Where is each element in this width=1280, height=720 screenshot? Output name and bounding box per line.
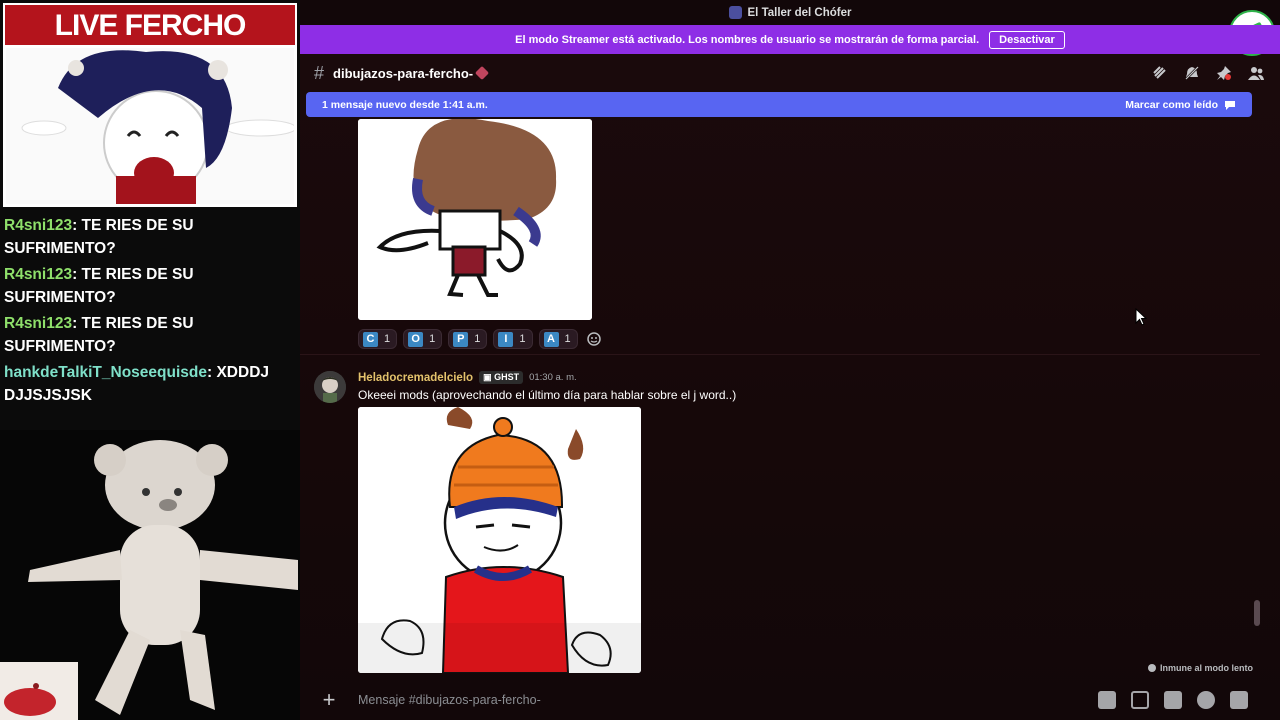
- add-reaction-button[interactable]: [584, 329, 604, 349]
- threads-icon[interactable]: [1152, 65, 1168, 81]
- emoji-icon[interactable]: [1197, 691, 1215, 709]
- attach-plus-button[interactable]: +: [318, 689, 340, 711]
- member-list-icon[interactable]: [1248, 65, 1264, 81]
- reaction-count: 1: [384, 333, 391, 345]
- reaction-emoji: P: [453, 331, 469, 347]
- reactions-row: C 1 O 1 P 1 I 1 A 1: [358, 329, 604, 349]
- reaction-count: 1: [519, 333, 526, 345]
- message-text: Okeeei mods (aprovechando el último día …: [358, 388, 737, 402]
- slowmode-indicator: Inmune al modo lento: [1147, 663, 1253, 673]
- reaction-emoji: O: [408, 331, 424, 347]
- reaction-chip[interactable]: I 1: [493, 329, 533, 349]
- clock-icon: [1147, 664, 1156, 672]
- chat-username: R4sni123: [4, 315, 73, 332]
- discord-window: El Taller del Chófer El modo Streamer es…: [300, 0, 1280, 720]
- chat-username: hankdeTalkiT_Noseequisde: [4, 364, 207, 381]
- hash-icon: #: [314, 62, 325, 83]
- chat-message: hankdeTalkiT_Noseequisde: XDDDJ DJJSJSJS…: [4, 361, 296, 407]
- reaction-emoji: A: [543, 331, 559, 347]
- webcam-frame: [3, 45, 297, 207]
- pin-icon[interactable]: [1216, 65, 1232, 81]
- channel-header: # dibujazos-para-fercho-: [300, 54, 1280, 92]
- guild-tag-label: GHST: [494, 372, 520, 382]
- banner-text: El modo Streamer está activado. Los nomb…: [515, 33, 980, 46]
- slowmode-label: Inmune al modo lento: [1159, 663, 1253, 673]
- new-messages-bar[interactable]: 1 mensaje nuevo desde 1:41 a.m. Marcar c…: [306, 92, 1252, 117]
- sticker-icon[interactable]: [1164, 691, 1182, 709]
- deactivate-button[interactable]: Desactivar: [989, 30, 1065, 49]
- image-attachment[interactable]: [358, 119, 592, 320]
- mark-read-icon: [1225, 100, 1235, 110]
- gift-icon[interactable]: [1098, 691, 1116, 709]
- reaction-chip[interactable]: P 1: [448, 329, 488, 349]
- message-composer: +: [306, 680, 1258, 720]
- chat-message: R4sni123: TE RIES DE SU SUFRIMENTO?: [4, 263, 296, 309]
- stream-title: LIVE FERCHO REACTION: [3, 3, 297, 84]
- message-username[interactable]: Heladocremadelcielo: [358, 372, 473, 384]
- chat-username: R4sni123: [4, 217, 73, 234]
- scrollbar-thumb[interactable]: [1254, 600, 1260, 626]
- thumbnail-image: [0, 662, 78, 720]
- composer-toolbar: [1098, 691, 1248, 709]
- reaction-chip[interactable]: O 1: [403, 329, 443, 349]
- window-title: El Taller del Chófer: [747, 6, 852, 19]
- chat-message: R4sni123: TE RIES DE SU SUFRIMENTO?: [4, 214, 296, 260]
- gif-icon[interactable]: [1131, 691, 1149, 709]
- reaction-chip[interactable]: C 1: [358, 329, 398, 349]
- apps-icon[interactable]: [1230, 691, 1248, 709]
- reaction-chip[interactable]: A 1: [538, 329, 578, 349]
- mark-as-read-button[interactable]: Marcar como leído: [1125, 99, 1236, 111]
- chat-username: R4sni123: [4, 266, 73, 283]
- stream-chat: R4sni123: TE RIES DE SU SUFRIMENTO? R4sn…: [4, 214, 296, 410]
- reaction-count: 1: [429, 333, 436, 345]
- mark-as-read-label: Marcar como leído: [1125, 98, 1218, 111]
- message-header: Heladocremadelcielo ▣ GHST 01:30 a. m.: [358, 371, 577, 384]
- reaction-emoji: I: [498, 331, 514, 347]
- channel-name: dibujazos-para-fercho-: [333, 65, 474, 81]
- chat-message: R4sni123: TE RIES DE SU SUFRIMENTO?: [4, 312, 296, 358]
- new-messages-label: 1 mensaje nuevo desde 1:41 a.m.: [322, 98, 488, 111]
- stream-overlay: LIVE FERCHO REACTION R4sni123: TE RIES D…: [0, 0, 300, 720]
- mouse-cursor-icon: [1135, 308, 1147, 326]
- reaction-count: 1: [564, 333, 571, 345]
- title-bar: El Taller del Chófer: [300, 0, 1280, 25]
- smiley-add-icon: [586, 332, 601, 346]
- server-icon: [728, 6, 742, 19]
- message-timestamp: 01:30 a. m.: [529, 372, 577, 383]
- streamer-mode-banner: El modo Streamer está activado. Los nomb…: [300, 25, 1280, 54]
- reaction-count: 1: [474, 333, 481, 345]
- notifications-muted-icon[interactable]: [1184, 65, 1200, 81]
- diamond-icon: [475, 65, 490, 81]
- message-input[interactable]: [358, 688, 1078, 712]
- image-attachment[interactable]: [358, 407, 641, 673]
- message-list: C 1 O 1 P 1 I 1 A 1 Heladocremadelcielo …: [300, 117, 1260, 673]
- reaction-emoji: C: [363, 331, 378, 347]
- avatar[interactable]: [314, 371, 346, 403]
- header-toolbar: [1152, 65, 1264, 81]
- guild-tag-badge[interactable]: ▣ GHST: [479, 371, 524, 384]
- message-divider: [300, 354, 1260, 355]
